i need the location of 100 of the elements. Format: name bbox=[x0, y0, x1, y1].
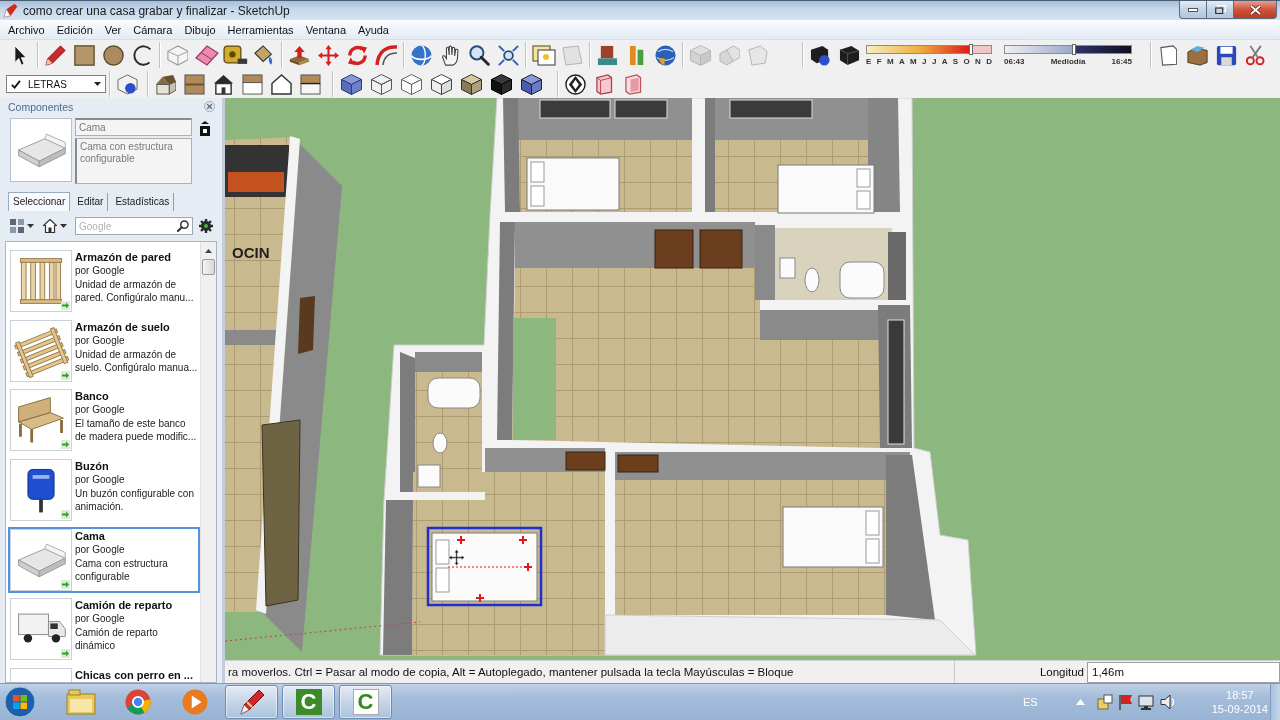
minimize-button[interactable] bbox=[1179, 1, 1206, 19]
name-field[interactable]: Cama bbox=[75, 118, 192, 136]
date-slider-track[interactable] bbox=[866, 44, 992, 54]
scissors-icon[interactable] bbox=[1245, 44, 1266, 66]
roof-top-view-icon[interactable] bbox=[184, 73, 205, 95]
tape-measure-icon[interactable] bbox=[222, 44, 249, 66]
globe-icon[interactable] bbox=[655, 44, 676, 66]
layer-dropdown[interactable]: LETRAS bbox=[6, 75, 106, 93]
tricolor-circle-icon[interactable] bbox=[124, 689, 151, 715]
paint-bucket-icon[interactable] bbox=[254, 44, 275, 66]
arrow-badge-icon[interactable] bbox=[61, 579, 70, 589]
translucent-cube-icon[interactable] bbox=[340, 73, 362, 95]
flag-icon[interactable] bbox=[1118, 694, 1132, 710]
caret-icon[interactable] bbox=[27, 224, 34, 228]
curves-icon[interactable] bbox=[374, 44, 399, 66]
dark-box-icon[interactable] bbox=[839, 44, 860, 66]
circular-arrows-icon[interactable] bbox=[347, 44, 368, 66]
device-icon[interactable] bbox=[1096, 694, 1113, 710]
menu-item[interactable]: Ventana bbox=[299, 21, 352, 38]
menu-item[interactable]: Ayuda bbox=[352, 21, 395, 38]
menu-item[interactable]: Edición bbox=[50, 21, 99, 38]
house-perspective-icon[interactable] bbox=[154, 73, 177, 95]
taskbar-button[interactable] bbox=[225, 685, 278, 719]
gear-icon[interactable] bbox=[199, 219, 213, 233]
tab[interactable]: Editar bbox=[73, 193, 109, 211]
component-list-item[interactable]: Armazón de pared por Google Unidad de armazón de pared. Configúralo manu... bbox=[8, 248, 200, 314]
four-arrows-icon[interactable] bbox=[318, 44, 339, 66]
caret-icon[interactable] bbox=[60, 224, 67, 228]
cut-panels-icon[interactable] bbox=[625, 73, 642, 95]
monitor-icon[interactable] bbox=[1137, 694, 1154, 710]
component-list-item[interactable]: Banco por Google El tamaño de este banco de madera puede modific... bbox=[8, 387, 200, 454]
component-list-item[interactable]: Buzón por Google Un buzón configurable con animación. bbox=[8, 457, 200, 524]
dark-cube-icon[interactable] bbox=[490, 73, 512, 95]
menu-item[interactable]: Ver bbox=[98, 21, 128, 38]
open-box-icon[interactable] bbox=[1187, 44, 1208, 66]
shaded-cube-icon[interactable] bbox=[460, 73, 482, 95]
menu-item[interactable]: Dibujo bbox=[178, 21, 222, 38]
time-slider-track[interactable] bbox=[1004, 44, 1132, 54]
selected-bed[interactable] bbox=[426, 526, 543, 607]
upright-bars-icon[interactable] bbox=[628, 44, 645, 66]
component-list-item[interactable]: Cama por Google Cama con estructura configurable bbox=[8, 526, 200, 593]
box-arrow-up-icon[interactable] bbox=[289, 44, 310, 66]
search-field[interactable]: Google bbox=[75, 217, 193, 235]
roof-wall-icon[interactable] bbox=[300, 73, 321, 95]
solid-cube-icon[interactable] bbox=[430, 73, 452, 95]
tab[interactable]: Seleccionar bbox=[8, 192, 71, 211]
taskbar-button[interactable]: C bbox=[282, 685, 335, 719]
model-viewport[interactable]: OCIN bbox=[225, 98, 1280, 660]
arc-icon[interactable] bbox=[132, 44, 153, 66]
grid-view-icon[interactable] bbox=[10, 219, 24, 233]
tab[interactable]: Estadísticas bbox=[111, 193, 175, 211]
scrollbar-thumb[interactable] bbox=[202, 259, 215, 275]
component-list-item[interactable]: Camión de reparto por Google Camión de reparto dinámico bbox=[8, 596, 200, 663]
arrow-badge-icon[interactable] bbox=[61, 649, 70, 659]
menu-item[interactable]: Herramientas bbox=[221, 21, 300, 38]
restore-button[interactable] bbox=[1206, 1, 1233, 19]
magnifier-icon[interactable] bbox=[469, 44, 490, 66]
cut-box-icon[interactable] bbox=[596, 73, 613, 95]
eraser-icon[interactable] bbox=[194, 44, 219, 66]
sphere-icon[interactable] bbox=[411, 44, 432, 66]
speaker-icon[interactable] bbox=[1159, 694, 1176, 710]
magnifier-corners-icon[interactable] bbox=[498, 44, 519, 66]
taskbar-button[interactable]: C bbox=[339, 685, 392, 719]
description-field[interactable]: Cama con estructura configurable bbox=[75, 138, 192, 184]
search-icon[interactable] bbox=[177, 220, 189, 232]
arrow-badge-icon[interactable] bbox=[61, 370, 70, 380]
arrow-badge-icon[interactable] bbox=[61, 510, 70, 520]
house-side-icon[interactable] bbox=[242, 73, 263, 95]
measurement-field[interactable]: 1,46m bbox=[1087, 661, 1280, 683]
arrow-cursor-icon[interactable] bbox=[13, 44, 28, 66]
diamond-circle-icon[interactable] bbox=[565, 73, 586, 95]
detail-toggle-icon[interactable] bbox=[200, 121, 210, 136]
home-icon[interactable] bbox=[43, 219, 57, 233]
wireframe-cube-icon[interactable] bbox=[370, 73, 392, 95]
close-button[interactable] bbox=[1233, 1, 1277, 19]
slider-thumb[interactable] bbox=[969, 43, 974, 55]
up-arrow-icon[interactable] bbox=[205, 249, 212, 253]
blank-page-icon[interactable] bbox=[1159, 44, 1178, 66]
play-icon[interactable] bbox=[181, 689, 208, 715]
component-list-item[interactable]: Armazón de suelo por Google Unidad de armazón de suelo. Configúralo manua... bbox=[8, 317, 200, 384]
menu-item[interactable]: Archivo bbox=[2, 21, 51, 38]
scrollbar[interactable] bbox=[200, 242, 216, 682]
house-outline-icon[interactable] bbox=[271, 73, 292, 95]
menu-item[interactable]: Cámara bbox=[127, 21, 179, 38]
slider-thumb[interactable] bbox=[1072, 43, 1077, 55]
block-on-base-icon[interactable] bbox=[597, 44, 618, 66]
stacked-frames-icon[interactable] bbox=[531, 44, 556, 66]
arrow-badge-icon[interactable] bbox=[61, 301, 70, 310]
rectangle-icon[interactable] bbox=[74, 44, 95, 66]
circle-icon[interactable] bbox=[103, 44, 124, 66]
tinted-cube-icon[interactable] bbox=[520, 73, 542, 95]
component-list-item[interactable]: Chicas con perro en ... bbox=[8, 666, 200, 682]
close-icon[interactable] bbox=[204, 101, 215, 112]
save-icon[interactable] bbox=[1216, 44, 1237, 66]
arrow-badge-icon[interactable] bbox=[61, 440, 70, 450]
outline-cube-icon[interactable] bbox=[400, 73, 422, 95]
orb-icon[interactable] bbox=[4, 686, 36, 718]
hand-icon[interactable] bbox=[441, 44, 460, 66]
pencil-icon[interactable] bbox=[45, 44, 66, 66]
house-front-icon[interactable] bbox=[213, 73, 234, 95]
